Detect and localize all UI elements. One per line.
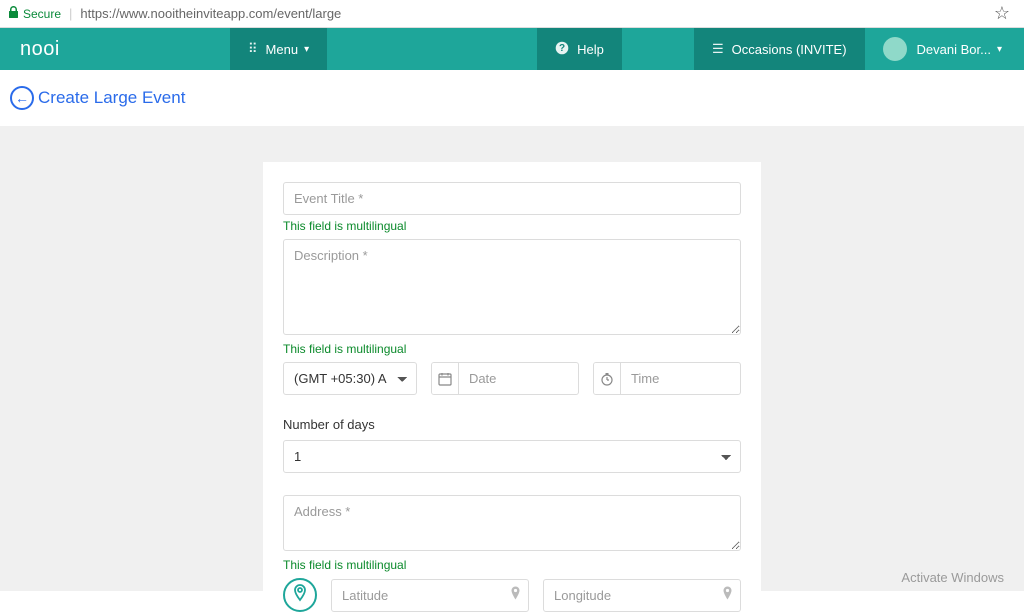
hamburger-icon: ☰ — [712, 41, 724, 57]
multilingual-note: This field is multilingual — [283, 342, 741, 356]
timezone-select[interactable]: (GMT +05:30) A — [283, 362, 417, 395]
pin-icon — [722, 587, 733, 604]
bookmark-star-icon[interactable]: ☆ — [994, 3, 1010, 24]
location-row — [283, 578, 741, 612]
map-pin-icon — [293, 584, 307, 607]
menu-label: Menu — [266, 42, 299, 57]
user-menu[interactable]: Devani Bor... ▾ — [865, 28, 1024, 70]
longitude-input[interactable] — [543, 579, 741, 612]
arrow-left-icon: ← — [15, 90, 29, 106]
event-title-input[interactable] — [283, 182, 741, 215]
chevron-down-icon: ▾ — [997, 44, 1002, 55]
time-group — [593, 362, 741, 395]
windows-watermark: Activate Windows — [901, 570, 1004, 585]
datetime-row: (GMT +05:30) A — [283, 362, 741, 395]
form-card: This field is multilingual This field is… — [263, 162, 761, 591]
pin-icon — [510, 587, 521, 604]
back-button[interactable]: ← — [10, 86, 34, 110]
help-label: Help — [577, 42, 604, 57]
page-header: ← Create Large Event — [0, 70, 1024, 126]
multilingual-note: This field is multilingual — [283, 219, 741, 233]
date-input[interactable] — [459, 363, 578, 394]
help-button[interactable]: ? Help — [537, 28, 622, 70]
browser-url-bar: Secure | https://www.nooitheinviteapp.co… — [0, 0, 1024, 28]
url-text[interactable]: https://www.nooitheinviteapp.com/event/l… — [80, 6, 993, 21]
lock-icon — [8, 6, 19, 21]
occasions-button[interactable]: ☰ Occasions (INVITE) — [694, 28, 865, 70]
latitude-input[interactable] — [331, 579, 529, 612]
calendar-icon — [432, 363, 459, 394]
locate-button[interactable] — [283, 578, 317, 612]
user-name: Devani Bor... — [917, 42, 991, 57]
page-title: Create Large Event — [38, 88, 185, 108]
days-label: Number of days — [283, 417, 741, 432]
multilingual-note: This field is multilingual — [283, 558, 741, 572]
question-icon: ? — [555, 41, 569, 58]
clock-icon — [594, 363, 621, 394]
brand-logo[interactable]: nooi — [0, 38, 230, 61]
time-input[interactable] — [621, 363, 740, 394]
chevron-down-icon: ▾ — [304, 44, 309, 55]
top-nav: nooi ⠿ Menu ▾ ? Help ☰ Occasions (INVITE… — [0, 28, 1024, 70]
url-divider: | — [69, 6, 72, 21]
grid-icon: ⠿ — [248, 41, 258, 57]
menu-button[interactable]: ⠿ Menu ▾ — [230, 28, 327, 70]
secure-label: Secure — [23, 7, 61, 21]
address-input[interactable] — [283, 495, 741, 551]
svg-text:?: ? — [559, 43, 565, 54]
avatar — [883, 37, 907, 61]
date-group — [431, 362, 579, 395]
days-select[interactable]: 1 — [283, 440, 741, 473]
content-area: This field is multilingual This field is… — [0, 144, 1024, 591]
description-input[interactable] — [283, 239, 741, 335]
occasions-label: Occasions (INVITE) — [732, 42, 847, 57]
